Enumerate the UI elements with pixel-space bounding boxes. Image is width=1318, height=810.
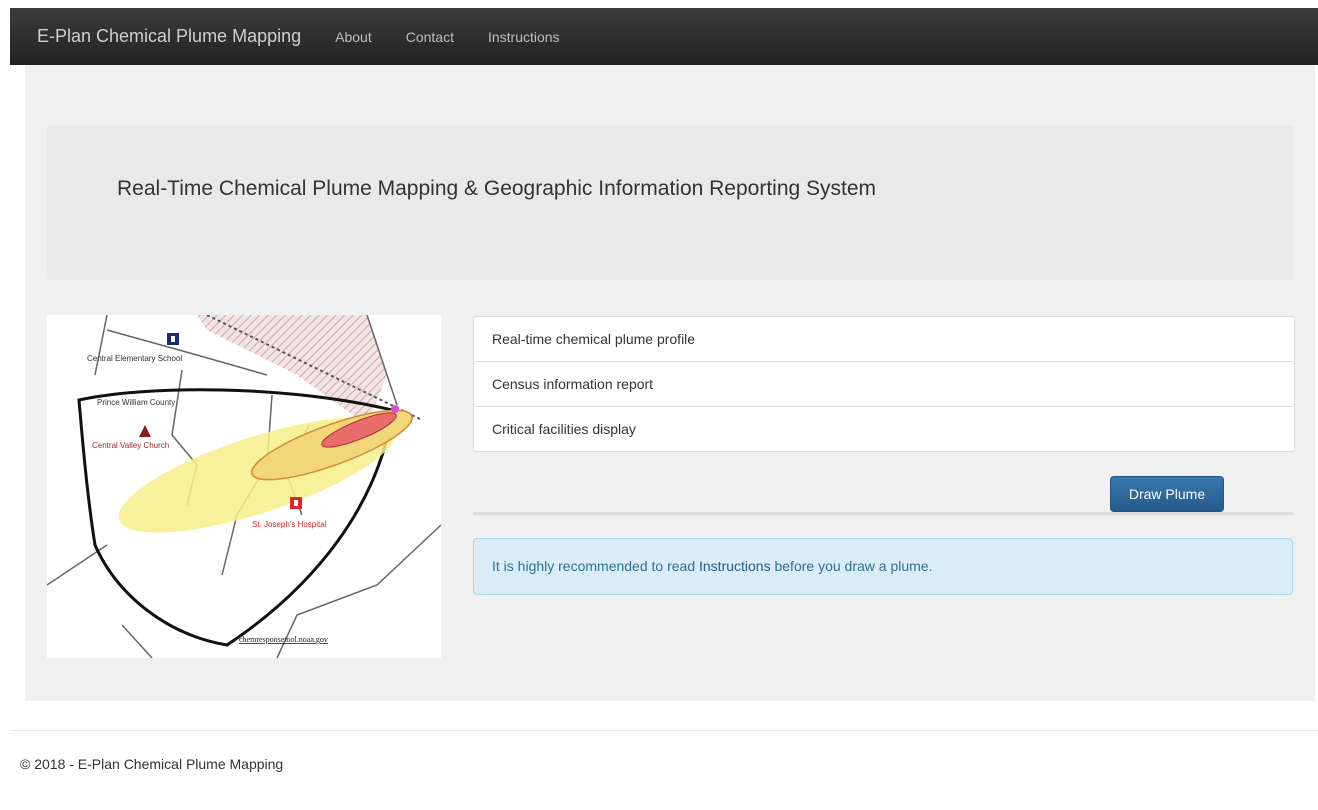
page-title: Real-Time Chemical Plume Mapping & Geogr… (117, 177, 877, 200)
hospital-label: St. Joseph's Hospital (252, 520, 327, 529)
divider (473, 512, 1293, 515)
list-item-census-report[interactable]: Census information report (474, 361, 1294, 406)
navbar: E-Plan Chemical Plume Mapping About Cont… (10, 8, 1318, 65)
school-label: Central Elementary School (87, 354, 182, 363)
map-credit: chemresponsetool.noaa.gov (239, 635, 328, 644)
list-item-plume-profile[interactable]: Real-time chemical plume profile (474, 317, 1294, 361)
church-label: Central Valley Church (92, 441, 169, 450)
info-alert: It is highly recommended to read Instruc… (473, 538, 1293, 595)
list-item-critical-facilities[interactable]: Critical facilities display (474, 406, 1294, 451)
hospital-icon-cross (294, 500, 298, 506)
school-icon-cross (171, 336, 175, 342)
feature-list: Real-time chemical plume profile Census … (473, 316, 1295, 452)
jumbotron: Real-Time Chemical Plume Mapping & Geogr… (47, 125, 1293, 280)
county-label: Prince William County (97, 398, 175, 407)
plume-map-image: Central Elementary School Prince William… (46, 314, 442, 659)
footer-copyright: © 2018 - E-Plan Chemical Plume Mapping (20, 756, 284, 772)
instructions-link[interactable]: Instructions (699, 558, 771, 574)
alert-prefix: It is highly recommended to read (492, 558, 699, 574)
nav-contact[interactable]: Contact (406, 29, 454, 45)
body-content: Real-Time Chemical Plume Mapping & Geogr… (25, 65, 1315, 701)
plume-map-svg: Central Elementary School Prince William… (46, 314, 442, 659)
release-point (391, 405, 399, 413)
draw-plume-button[interactable]: Draw Plume (1110, 476, 1224, 512)
footer-divider (10, 730, 1318, 731)
nav-instructions[interactable]: Instructions (488, 29, 560, 45)
alert-suffix: before you draw a plume. (770, 558, 933, 574)
brand-link[interactable]: E-Plan Chemical Plume Mapping (37, 26, 301, 47)
nav-about[interactable]: About (335, 29, 372, 45)
